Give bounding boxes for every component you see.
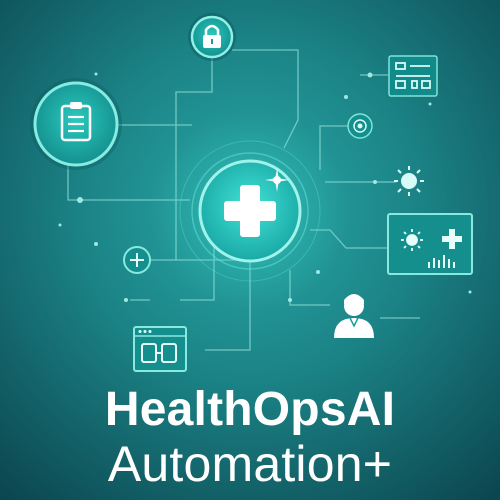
- dashboard-panel-icon: [388, 55, 438, 97]
- browser-window-icon: [133, 326, 187, 372]
- clipboard-icon: [30, 78, 122, 170]
- target-icon: [347, 113, 373, 139]
- brand-title: HealthOpsAI: [104, 383, 396, 436]
- lock-icon: [188, 13, 236, 61]
- plus-circle-icon: [123, 246, 151, 274]
- brand-subtitle: Automation+: [107, 436, 393, 492]
- analytics-monitor-icon: [387, 213, 473, 275]
- medical-cross-icon: [198, 159, 302, 263]
